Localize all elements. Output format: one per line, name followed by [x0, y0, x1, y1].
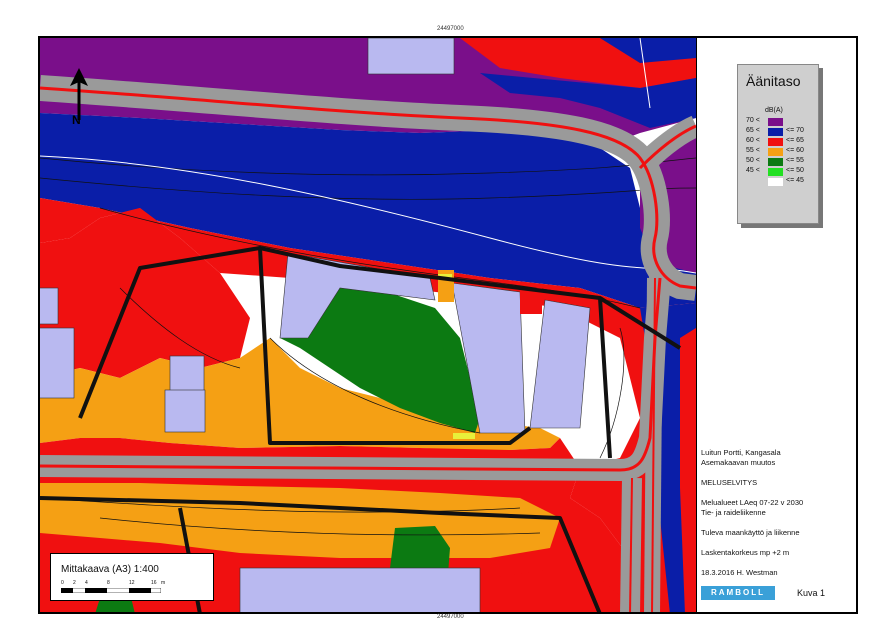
- legend-swatch: [768, 168, 783, 176]
- project-subtitle: Asemakaavan muutos: [701, 458, 776, 467]
- legend-row: 55 < <= 60: [746, 147, 804, 156]
- scenario: Tuleva maankäyttö ja liikenne: [701, 528, 800, 537]
- legend-row: 65 < <= 70: [746, 127, 804, 136]
- figure-label: Kuva 1: [797, 588, 826, 598]
- scale-bar: [61, 588, 161, 593]
- legend-row: 45 < <= 50: [746, 167, 804, 176]
- building-mid-2: [164, 389, 206, 433]
- traffic-type: Tie- ja raideliikenne: [701, 508, 766, 517]
- legend-swatch: [768, 128, 783, 136]
- date-author: 18.3.2016 H. Westman: [701, 568, 778, 577]
- building-mid-1: [169, 355, 205, 393]
- north-arrow-icon: N: [70, 68, 88, 127]
- building-bottom: [239, 567, 481, 612]
- report-title: MELUSELVITYS: [701, 478, 758, 487]
- project-name: Luitun Portti, Kangasala: [701, 448, 781, 457]
- coordinate-label-top: 24497000: [437, 26, 464, 32]
- legend-swatch: [768, 118, 783, 126]
- legend-unit: dB(A): [765, 107, 783, 114]
- building-left-2: [40, 327, 75, 399]
- scale-box: Mittakaava (A3) 1:400 0 2 4 8 12 16 m: [50, 553, 214, 601]
- legend-swatch: [768, 178, 783, 186]
- legend-row: 50 < <= 55: [746, 157, 804, 166]
- building-top: [367, 38, 455, 75]
- patch-yellow-2: [453, 433, 475, 439]
- noise-map: [40, 38, 696, 612]
- info-panel: Äänitaso dB(A) 70 < 65 < <= 70 60 < <= 6…: [696, 38, 856, 612]
- calc-height: Laskentakorkeus mp +2 m: [701, 548, 790, 557]
- legend-swatch: [768, 148, 783, 156]
- legend-swatch: [768, 138, 783, 146]
- noise-map-frame: N Mittakaava (A3) 1:400 0 2 4 8 12 16 m …: [38, 36, 858, 614]
- legend: Äänitaso dB(A) 70 < 65 < <= 70 60 < <= 6…: [737, 64, 819, 224]
- coordinate-label-bottom: 24497000: [437, 614, 464, 620]
- map-description: Melualueet LAeq 07-22 v 2030: [701, 498, 804, 507]
- legend-swatch: [768, 158, 783, 166]
- legend-row: 60 < <= 65: [746, 137, 804, 146]
- building-left-1: [40, 287, 59, 325]
- legend-title: Äänitaso: [746, 73, 801, 89]
- ramboll-logo: RAMBOLL: [701, 586, 775, 600]
- legend-row: <= 45: [738, 177, 818, 187]
- north-label: N: [72, 113, 81, 127]
- legend-row: 70 <: [738, 117, 818, 127]
- scale-label: Mittakaava (A3) 1:400: [61, 564, 159, 575]
